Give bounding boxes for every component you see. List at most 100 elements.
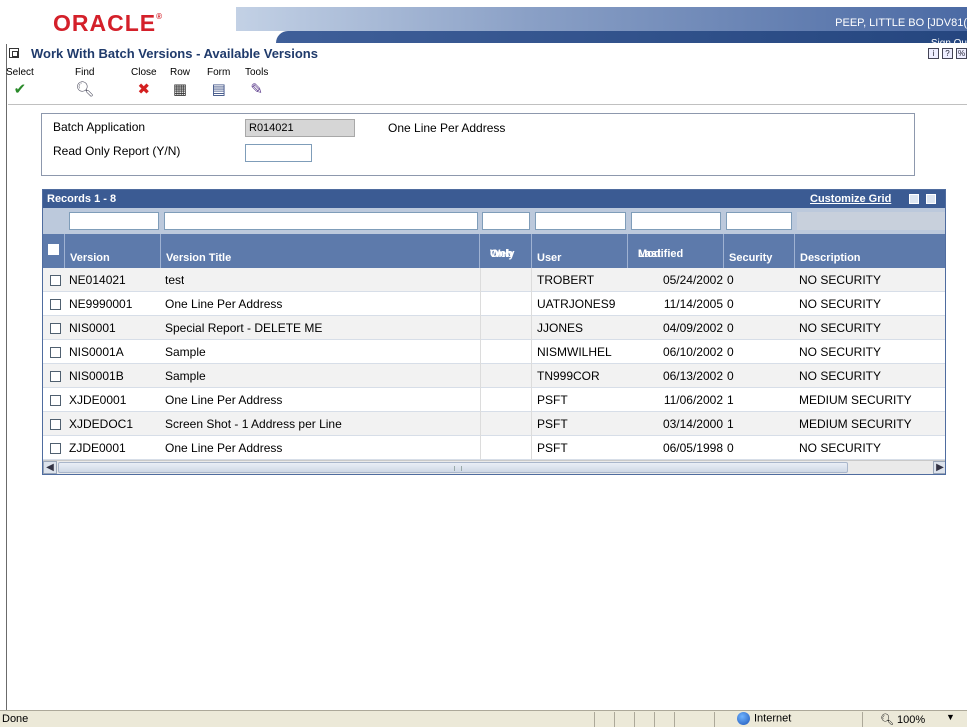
- user-cell: PSFT: [537, 393, 568, 407]
- export-icon[interactable]: [909, 194, 919, 204]
- row-checkbox[interactable]: [50, 347, 61, 358]
- description-cell: NO SECURITY: [799, 345, 882, 359]
- table-row[interactable]: NIS0001B Sample TN999COR 06/13/2002 0 NO…: [43, 364, 945, 388]
- window-left-border: [6, 0, 7, 710]
- grid-rows: NE014021 test TROBERT 05/24/2002 0 NO SE…: [43, 268, 945, 460]
- version-cell[interactable]: NE9990001: [69, 292, 132, 316]
- help-icon[interactable]: ?: [942, 48, 953, 59]
- table-row[interactable]: ZJDE0001 One Line Per Address PSFT 06/05…: [43, 436, 945, 460]
- version-title-cell: Special Report - DELETE ME: [165, 321, 323, 335]
- web-only-cell: [480, 268, 532, 292]
- about-icon[interactable]: %: [956, 48, 967, 59]
- column-header-version[interactable]: Version: [65, 234, 161, 268]
- table-row[interactable]: NIS0001 Special Report - DELETE ME JJONE…: [43, 316, 945, 340]
- security-cell: 0: [727, 321, 734, 335]
- version-title-cell: Screen Shot - 1 Address per Line: [165, 417, 342, 431]
- version-title-cell: One Line Per Address: [165, 393, 283, 407]
- description-cell: MEDIUM SECURITY: [799, 393, 912, 407]
- column-header-last-modified[interactable]: Last Modified: [628, 234, 724, 268]
- zoom-level[interactable]: 🔍︎ 100%: [880, 713, 925, 726]
- versions-grid: Records 1 - 8 Customize Grid Version Ver…: [42, 189, 946, 475]
- version-title-cell: Sample: [165, 369, 206, 383]
- select-all-checkbox[interactable]: [48, 244, 59, 255]
- customize-grid-link[interactable]: Customize Grid: [810, 193, 891, 205]
- row-checkbox[interactable]: [50, 275, 61, 286]
- filter-user-input[interactable]: [535, 212, 626, 230]
- version-title-cell: One Line Per Address: [165, 297, 283, 311]
- last-modified-cell: 03/14/2000: [662, 417, 723, 431]
- security-cell: 0: [727, 345, 734, 359]
- filter-web-only-input[interactable]: [482, 212, 530, 230]
- info-icon[interactable]: i: [928, 48, 939, 59]
- scroll-thumb[interactable]: [58, 462, 848, 473]
- grid-maximize-icon[interactable]: [926, 194, 936, 204]
- row-checkbox[interactable]: [50, 323, 61, 334]
- column-header-security[interactable]: Security: [724, 234, 795, 268]
- last-modified-cell: 06/13/2002: [662, 369, 723, 383]
- user-cell: TROBERT: [537, 273, 595, 287]
- filter-last-modified-input[interactable]: [631, 212, 721, 230]
- form-title-bar: Work With Batch Versions - Available Ver…: [0, 44, 967, 64]
- title-icons: i ? %: [928, 48, 967, 59]
- description-cell: NO SECURITY: [799, 273, 882, 287]
- row-grid-icon: ▦: [172, 81, 188, 98]
- zoom-dropdown-icon[interactable]: ▼: [946, 712, 955, 722]
- version-cell[interactable]: NE014021: [69, 268, 126, 292]
- select-button[interactable]: Select ✔: [6, 67, 34, 98]
- column-header-description[interactable]: Description: [795, 234, 945, 268]
- table-row[interactable]: NE014021 test TROBERT 05/24/2002 0 NO SE…: [43, 268, 945, 292]
- toolbar: Select ✔ Find 🔍︎ Close ✖ Row ▦ Form ▤ To…: [0, 64, 967, 106]
- batch-info-panel: Batch Application R014021 One Line Per A…: [41, 113, 915, 176]
- security-cell: 0: [727, 441, 734, 455]
- user-cell: PSFT: [537, 417, 568, 431]
- read-only-report-input[interactable]: [245, 144, 312, 162]
- tools-menu-button[interactable]: Tools ✎: [245, 67, 268, 98]
- scroll-left-icon[interactable]: ◀: [43, 461, 57, 474]
- browser-status-bar: Done Internet 🔍︎ 100% ▼: [0, 710, 967, 727]
- row-checkbox[interactable]: [50, 419, 61, 430]
- form-menu-button[interactable]: Form ▤: [207, 67, 230, 98]
- description-cell: NO SECURITY: [799, 297, 882, 311]
- tools-icon: ✎: [250, 81, 263, 98]
- user-cell: NISMWILHEL: [537, 345, 612, 359]
- version-cell[interactable]: NIS0001B: [69, 364, 124, 388]
- toolbar-divider: [8, 104, 967, 105]
- version-cell[interactable]: NIS0001A: [69, 340, 124, 364]
- select-all-column: [43, 234, 65, 268]
- app-header: ORACLE® PEEP, LITTLE BO [JDV81( Sign Ou: [0, 0, 967, 49]
- version-cell[interactable]: XJDEDOC1: [69, 412, 133, 436]
- close-button[interactable]: Close ✖: [131, 67, 157, 98]
- user-cell: TN999COR: [537, 369, 600, 383]
- column-header-row: Version Version Title Web Only User Last M…: [43, 234, 945, 268]
- table-row[interactable]: NIS0001A Sample NISMWILHEL 06/10/2002 0 …: [43, 340, 945, 364]
- filter-security-input[interactable]: [726, 212, 792, 230]
- column-header-web-only[interactable]: Web Only: [480, 234, 532, 268]
- check-icon: ✔: [13, 81, 27, 98]
- security-cell: 0: [727, 297, 734, 311]
- row-checkbox[interactable]: [50, 395, 61, 406]
- version-cell[interactable]: XJDE0001: [69, 388, 126, 412]
- horizontal-scrollbar[interactable]: ◀ ▶: [43, 460, 945, 474]
- column-header-version-title[interactable]: Version Title: [161, 234, 480, 268]
- filter-version-input[interactable]: [69, 212, 159, 230]
- user-name: PEEP, LITTLE BO [JDV81(: [835, 17, 967, 29]
- version-cell[interactable]: ZJDE0001: [69, 436, 126, 460]
- row-menu-button[interactable]: Row ▦: [170, 67, 190, 98]
- table-row[interactable]: XJDE0001 One Line Per Address PSFT 11/06…: [43, 388, 945, 412]
- web-only-cell: [480, 412, 532, 436]
- scroll-right-icon[interactable]: ▶: [933, 461, 945, 474]
- table-row[interactable]: NE9990001 One Line Per Address UATRJONES…: [43, 292, 945, 316]
- web-only-cell: [480, 292, 532, 316]
- filter-description-input: [797, 212, 945, 230]
- row-checkbox[interactable]: [50, 299, 61, 310]
- last-modified-cell: 11/06/2002: [663, 393, 723, 407]
- find-button[interactable]: Find 🔍︎: [75, 67, 94, 98]
- table-row[interactable]: XJDEDOC1 Screen Shot - 1 Address per Lin…: [43, 412, 945, 436]
- window-icon[interactable]: [9, 48, 19, 58]
- security-cell: 1: [727, 393, 734, 407]
- row-checkbox[interactable]: [50, 443, 61, 454]
- version-cell[interactable]: NIS0001: [69, 316, 116, 340]
- filter-version-title-input[interactable]: [164, 212, 478, 230]
- column-header-user[interactable]: User: [532, 234, 628, 268]
- row-checkbox[interactable]: [50, 371, 61, 382]
